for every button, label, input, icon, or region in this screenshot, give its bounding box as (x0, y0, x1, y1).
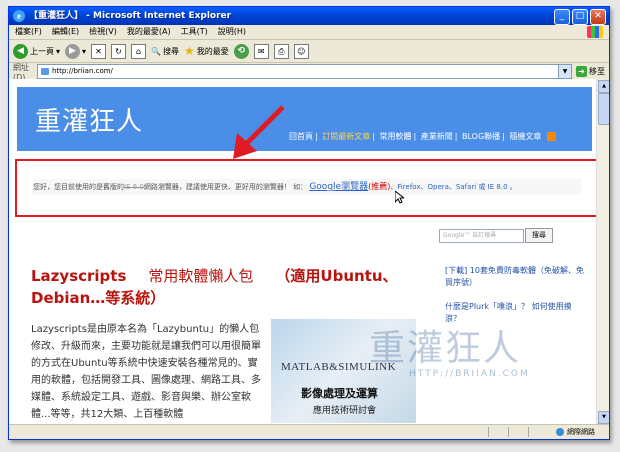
refresh-icon[interactable]: ↻ (111, 43, 127, 59)
mouse-cursor-icon (395, 191, 404, 204)
go-arrow-icon: ➜ (576, 66, 587, 77)
menu-help[interactable]: 說明(H) (218, 25, 246, 39)
history-icon[interactable]: ⟲ (233, 43, 249, 59)
chevron-down-icon[interactable]: ▼ (558, 65, 571, 78)
site-nav: 回首頁 | 訂閱最新文章 | 常用軟體 | 產業新聞 | BLOG聯播 | 隨機文章 (289, 131, 556, 142)
scroll-up-icon[interactable]: ▲ (598, 80, 609, 93)
red-arrow-icon (233, 105, 285, 159)
home-icon[interactable]: ⌂ (131, 43, 147, 59)
forward-arrow-icon: ▶ (65, 43, 81, 59)
windows-logo-icon (587, 26, 603, 38)
nav-software[interactable]: 常用軟體 (380, 132, 412, 141)
ie-icon: e (13, 10, 25, 22)
watermark-url: HTTP://BRIIAN.COM (409, 369, 530, 379)
minimize-button[interactable]: _ (554, 9, 570, 25)
toolbar: ◀ 上一頁 ▾ ▶ ▾ ✕ ↻ ⌂ 🔍 搜尋 ★ 我的最愛 ⟲ ✉ ⎙ ☺ (9, 40, 609, 63)
security-zone: 網際網路 (556, 425, 595, 439)
print-icon[interactable]: ⎙ (273, 43, 289, 59)
search-icon: 🔍 (151, 46, 161, 56)
site-logo[interactable]: 重灌狂人 (35, 101, 143, 138)
menu-bar: 檔案(F) 編輯(E) 檢視(V) 我的最愛(A) 工具(T) 說明(H) (9, 25, 609, 40)
sidebar-link-antivirus[interactable]: [下載] 10套免費防毒軟體（免破解、免買序號） (445, 265, 585, 289)
menu-file[interactable]: 檔案(F) (15, 25, 42, 39)
window-title: 【重灌狂人】 - Microsoft Internet Explorer (29, 11, 232, 21)
stop-icon[interactable]: ✕ (91, 43, 107, 59)
title-bar: e 【重灌狂人】 - Microsoft Internet Explorer _… (9, 7, 609, 25)
globe-icon (556, 428, 564, 436)
status-bar: 網際網路 (9, 424, 609, 439)
search-input[interactable]: Google™ 自訂搜尋 (439, 229, 524, 243)
menu-edit[interactable]: 編輯(E) (52, 25, 79, 39)
menu-favorites[interactable]: 我的最愛(A) (127, 25, 171, 39)
scroll-down-icon[interactable]: ▼ (598, 411, 609, 424)
browser-notice-highlight: 您好，您目前使用的是舊版的IE 6.0網路瀏覽器，建議使用更快、更好用的瀏覽器！… (15, 159, 607, 217)
search-submit-button[interactable]: 搜尋 (525, 228, 553, 243)
address-input[interactable]: http://briian.com/ ▼ (37, 64, 572, 79)
scroll-thumb[interactable] (598, 93, 609, 125)
vertical-scrollbar[interactable]: ▲ ▼ (596, 79, 609, 425)
favorites-button[interactable]: ★ 我的最愛 (184, 44, 229, 58)
maximize-button[interactable]: □ (572, 9, 588, 25)
nav-blog[interactable]: BLOG聯播 (462, 132, 500, 141)
menu-tools[interactable]: 工具(T) (181, 25, 208, 39)
google-browser-link[interactable]: Google瀏覽器 (309, 182, 368, 192)
mail-icon[interactable]: ✉ (253, 43, 269, 59)
back-arrow-icon: ◀ (13, 43, 28, 59)
go-button[interactable]: ➜ 移至 (576, 66, 605, 77)
nav-news[interactable]: 產業新聞 (421, 132, 453, 141)
nav-random[interactable]: 隨機文章 (509, 132, 541, 141)
messenger-icon[interactable]: ☺ (293, 43, 309, 59)
browser-window: e 【重灌狂人】 - Microsoft Internet Explorer _… (8, 6, 610, 440)
post-body: Lazyscripts是由原本名為「Lazybuntu」的懶人包修改、升級而來，… (31, 324, 261, 420)
other-browsers-links[interactable]: 、Firefox、Opera、Safari 或 IE 8.0 。 (390, 183, 516, 191)
search-button[interactable]: 🔍 搜尋 (151, 46, 179, 57)
back-button[interactable]: ◀ 上一頁 ▾ (13, 43, 60, 59)
nav-subscribe[interactable]: 訂閱最新文章 (322, 132, 370, 141)
watermark: 重灌狂人 (369, 328, 522, 369)
site-header: 重灌狂人 回首頁 | 訂閱最新文章 | 常用軟體 | 產業新聞 | BLOG聯播 | 隨機… (17, 87, 592, 151)
forward-button[interactable]: ▶ ▾ (65, 43, 86, 59)
rss-icon[interactable] (546, 132, 556, 141)
menu-view[interactable]: 檢視(V) (89, 25, 117, 39)
browser-notice: 您好，您目前使用的是舊版的IE 6.0網路瀏覽器，建議使用更快、更好用的瀏覽器！… (33, 179, 581, 195)
star-icon: ★ (184, 44, 195, 58)
page-content: 重灌狂人 回首頁 | 訂閱最新文章 | 常用軟體 | 產業新聞 | BLOG聯播 | 隨機… (9, 79, 609, 425)
post-title[interactable]: Lazyscripts 常用軟體懶人包 （適用Ubuntu、Debian…等系統） (31, 265, 411, 309)
close-button[interactable]: ✕ (590, 9, 606, 25)
